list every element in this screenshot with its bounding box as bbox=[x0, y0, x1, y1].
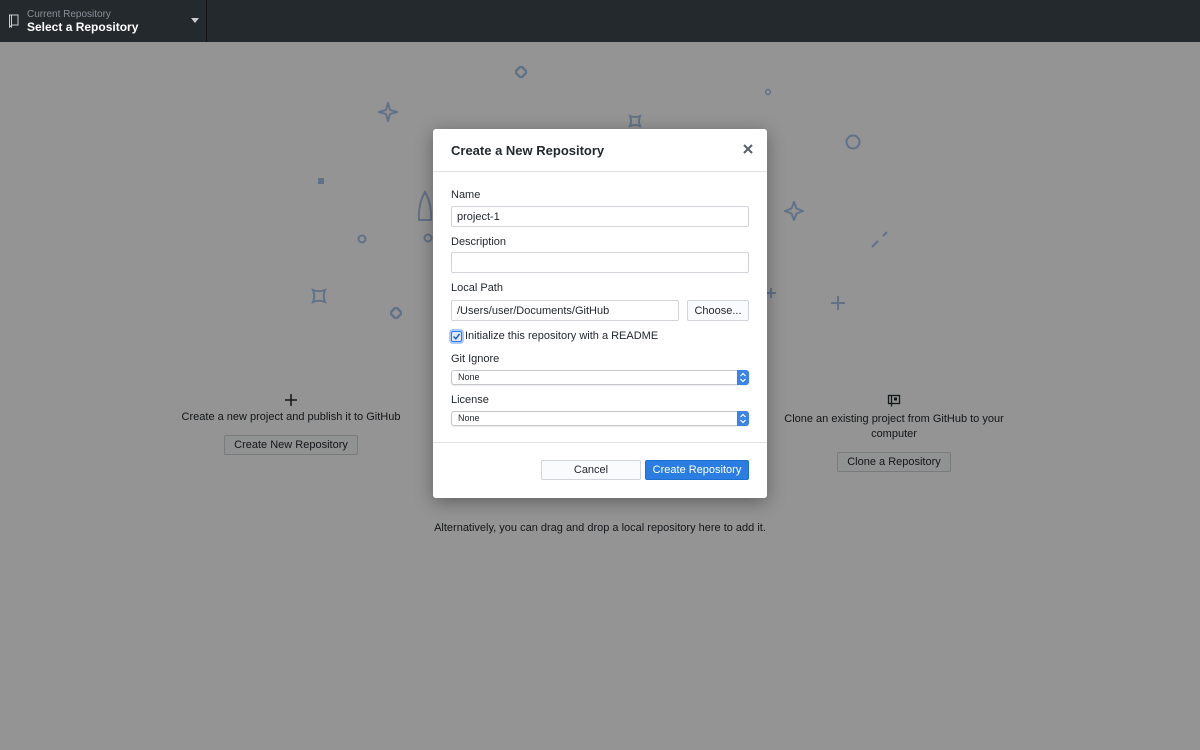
select-arrows-icon bbox=[737, 411, 749, 426]
close-icon[interactable] bbox=[741, 142, 755, 156]
checkmark-icon bbox=[452, 333, 461, 340]
repo-picker-label: Current Repository bbox=[27, 9, 111, 20]
choose-path-button[interactable]: Choose... bbox=[687, 300, 749, 321]
create-repository-button[interactable]: Create Repository bbox=[645, 460, 749, 480]
dialog-footer-divider bbox=[433, 442, 767, 443]
repo-picker-value: Select a Repository bbox=[27, 20, 139, 34]
gitignore-value: None bbox=[458, 372, 480, 382]
license-label: License bbox=[451, 394, 489, 406]
repository-picker[interactable]: Current Repository Select a Repository bbox=[0, 0, 207, 42]
readme-checkbox-label: Initialize this repository with a README bbox=[465, 330, 659, 342]
gitignore-label: Git Ignore bbox=[451, 353, 500, 365]
select-arrows-icon bbox=[737, 370, 749, 385]
gitignore-select[interactable]: None bbox=[451, 370, 749, 385]
name-label: Name bbox=[451, 189, 481, 201]
local-path-label: Local Path bbox=[451, 282, 503, 294]
chevron-down-icon bbox=[191, 18, 199, 23]
cancel-button[interactable]: Cancel bbox=[541, 460, 641, 480]
app-toolbar: Current Repository Select a Repository bbox=[0, 0, 1200, 43]
dialog-header: Create a New Repository bbox=[433, 129, 767, 172]
create-repository-dialog: Create a New Repository Name Description… bbox=[433, 129, 767, 498]
readme-checkbox[interactable] bbox=[451, 331, 462, 342]
license-select[interactable]: None bbox=[451, 411, 749, 426]
repo-icon bbox=[9, 14, 19, 28]
dialog-title: Create a New Repository bbox=[451, 143, 605, 158]
description-input[interactable] bbox=[451, 252, 749, 273]
license-value: None bbox=[458, 413, 480, 423]
name-input[interactable] bbox=[451, 206, 749, 227]
local-path-input[interactable] bbox=[451, 300, 679, 321]
description-label: Description bbox=[451, 236, 507, 248]
